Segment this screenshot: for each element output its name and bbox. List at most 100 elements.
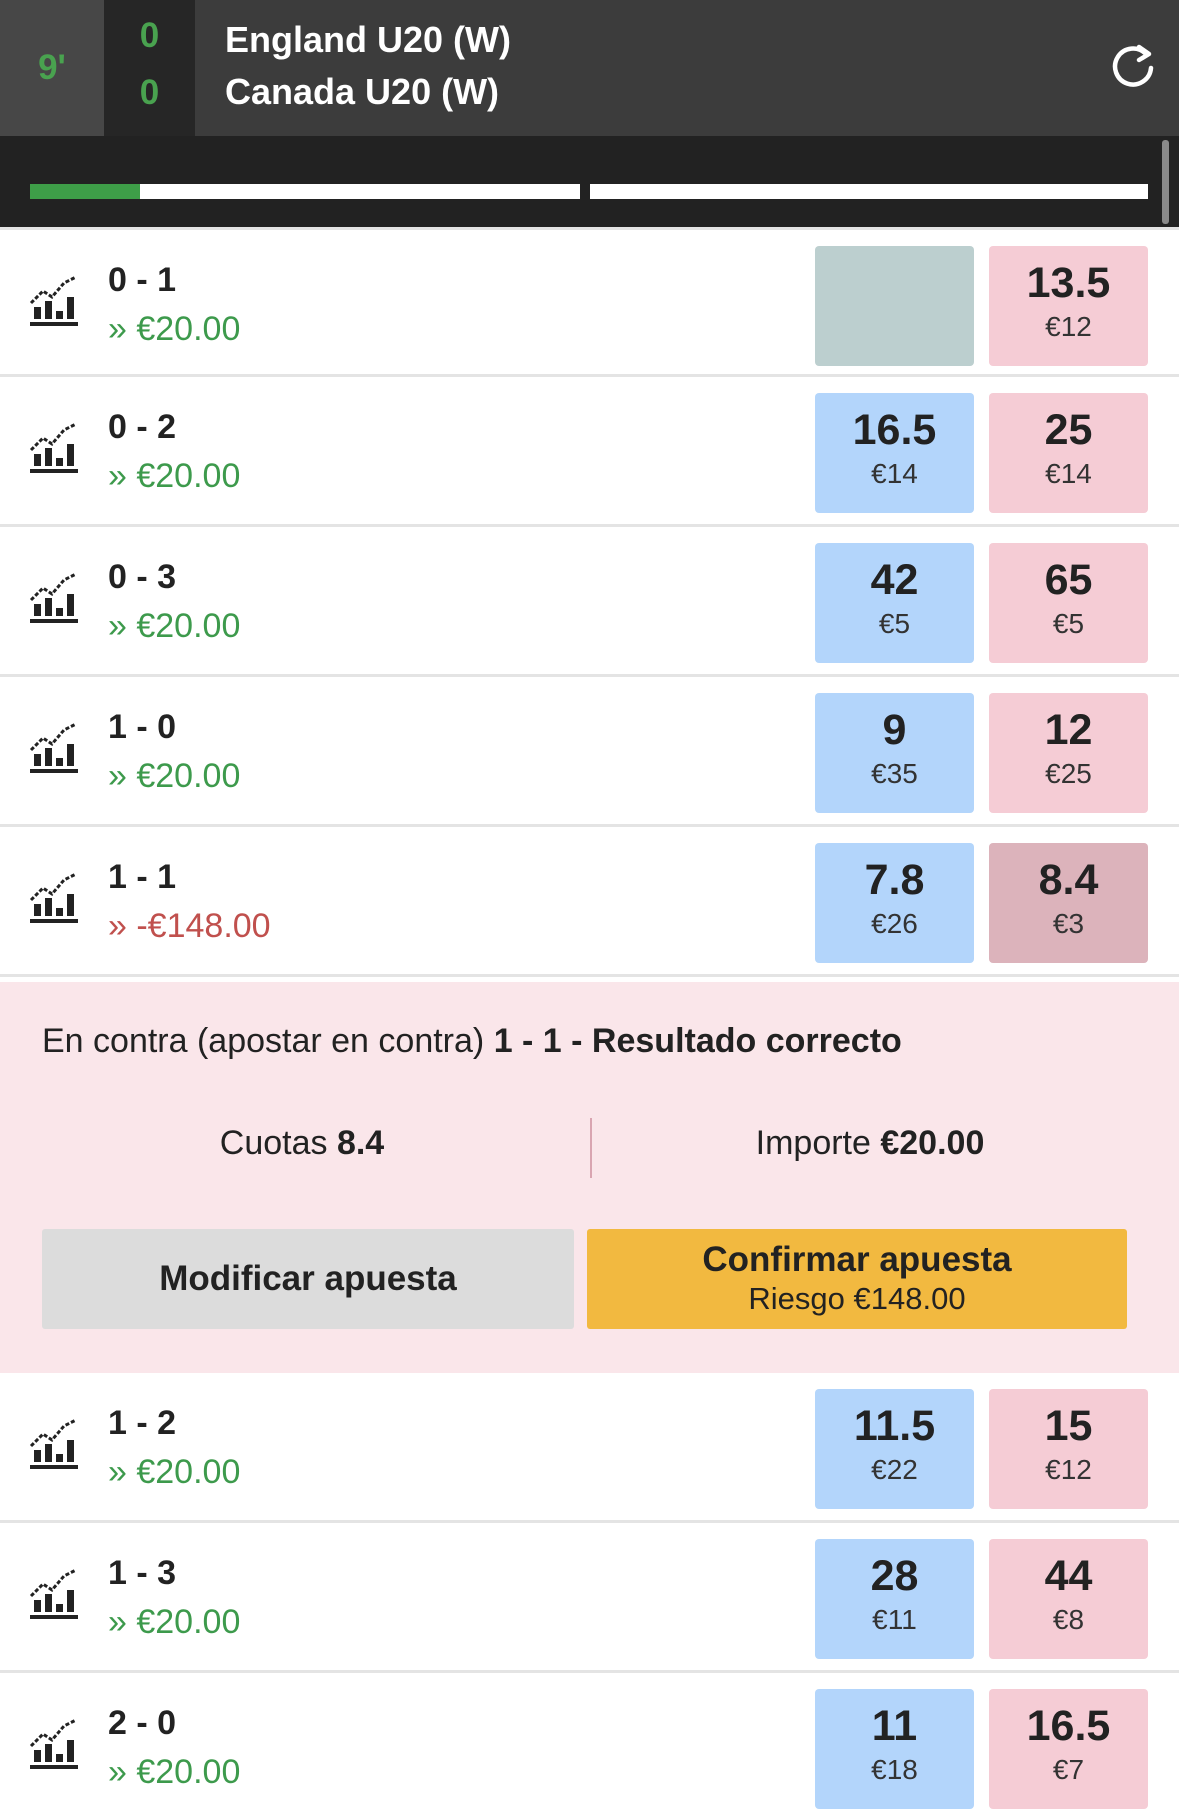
back-price: 28 — [870, 1552, 919, 1600]
lay-price: 15 — [1044, 1402, 1093, 1450]
market-row-1-0: 1 - 0 » €20.00 9 €35 12 €25 — [0, 677, 1179, 827]
confirm-bet-label: Confirmar apuesta — [702, 1240, 1012, 1279]
stake-field[interactable]: Importe €20.00 — [600, 1124, 1140, 1163]
back-odds-button[interactable]: 7.8 €26 — [815, 843, 974, 963]
score-label: 1 - 3 — [108, 1554, 177, 1592]
odds-value: 8.4 — [336, 1124, 385, 1162]
confirm-bet-risk: Riesgo €148.00 — [748, 1281, 966, 1316]
second-half-bar — [590, 184, 1148, 199]
market-row-0-1: 0 - 1 » €20.00 13.5 €12 — [0, 227, 1179, 377]
lay-price: 25 — [1044, 406, 1093, 454]
back-price: 16.5 — [852, 406, 937, 454]
match-minute: 9' — [0, 0, 104, 136]
lay-price: 13.5 — [1026, 259, 1111, 307]
back-odds-button[interactable]: 28 €11 — [815, 1539, 974, 1659]
score-label: 2 - 0 — [108, 1704, 177, 1742]
lay-odds-button[interactable]: 16.5 €7 — [989, 1689, 1148, 1809]
market-row-1-3: 1 - 3 » €20.00 28 €11 44 €8 — [0, 1523, 1179, 1673]
odds-label: Cuotas — [219, 1124, 328, 1162]
lay-price: 16.5 — [1026, 1702, 1111, 1750]
market-row-1-1: 1 - 1 » -€148.00 7.8 €26 8.4 €3 — [0, 827, 1179, 977]
away-score: 0 — [139, 73, 160, 112]
profit-loss: » €20.00 — [108, 1753, 241, 1791]
chart-icon[interactable] — [28, 572, 80, 626]
lay-odds-button[interactable]: 15 €12 — [989, 1389, 1148, 1509]
profit-loss: » €20.00 — [108, 310, 241, 348]
profit-loss: » -€148.00 — [108, 907, 271, 945]
away-team-name: Canada U20 (W) — [225, 71, 500, 112]
back-stake: €26 — [871, 908, 918, 939]
lay-stake: €5 — [1052, 608, 1085, 639]
lay-odds-button[interactable]: 13.5 €12 — [989, 246, 1148, 366]
score-label: 0 - 2 — [108, 408, 177, 446]
home-score: 0 — [139, 16, 160, 55]
back-stake: €14 — [871, 458, 918, 489]
back-price: 11.5 — [853, 1402, 936, 1450]
first-half-progress — [30, 184, 140, 199]
lay-stake: €8 — [1052, 1604, 1085, 1635]
lay-stake: €14 — [1045, 458, 1092, 489]
back-stake: €5 — [878, 608, 911, 639]
lay-stake: €25 — [1045, 758, 1092, 789]
stake-label: Importe — [755, 1124, 871, 1162]
bet-type-label: En contra (apostar en contra) — [42, 1022, 485, 1060]
lay-price: 12 — [1044, 706, 1093, 754]
refresh-icon[interactable] — [1108, 40, 1158, 90]
match-progress — [0, 136, 1179, 227]
lay-odds-button-selected[interactable]: 8.4 €3 — [989, 843, 1148, 963]
back-price: 42 — [870, 556, 919, 604]
home-team-name: England U20 (W) — [225, 19, 511, 60]
score-label: 1 - 1 — [108, 858, 177, 896]
confirm-bet-button[interactable]: Confirmar apuesta Riesgo €148.00 — [587, 1229, 1127, 1329]
market-row-0-3: 0 - 3 » €20.00 42 €5 65 €5 — [0, 527, 1179, 677]
back-odds-button[interactable]: 11 €18 — [815, 1689, 974, 1809]
back-odds-button[interactable]: 42 €5 — [815, 543, 974, 663]
back-odds-button[interactable]: 11.5 €22 — [815, 1389, 974, 1509]
stake-value: €20.00 — [880, 1124, 985, 1162]
chart-icon[interactable] — [28, 722, 80, 776]
lay-odds-button[interactable]: 12 €25 — [989, 693, 1148, 813]
score-label: 1 - 0 — [108, 708, 177, 746]
lay-stake: €7 — [1052, 1754, 1085, 1785]
back-price: 9 — [882, 706, 907, 754]
chart-icon[interactable] — [28, 1718, 80, 1772]
lay-odds-button[interactable]: 65 €5 — [989, 543, 1148, 663]
chart-icon[interactable] — [28, 1418, 80, 1472]
score-label: 1 - 2 — [108, 1404, 177, 1442]
back-stake: €22 — [871, 1454, 918, 1485]
lay-price: 44 — [1044, 1552, 1093, 1600]
lay-stake: €12 — [1045, 1454, 1092, 1485]
lay-odds-button[interactable]: 44 €8 — [989, 1539, 1148, 1659]
market-row-0-2: 0 - 2 » €20.00 16.5 €14 25 €14 — [0, 377, 1179, 527]
lay-stake: €3 — [1052, 908, 1085, 939]
market-row-2-0: 2 - 0 » €20.00 11 €18 16.5 €7 — [0, 1673, 1179, 1814]
back-odds-button[interactable]: 9 €35 — [815, 693, 974, 813]
back-odds-button[interactable]: 16.5 €14 — [815, 393, 974, 513]
scrollbar[interactable] — [1162, 140, 1169, 224]
back-stake: €18 — [871, 1754, 918, 1785]
chart-icon[interactable] — [28, 422, 80, 476]
chart-icon[interactable] — [28, 872, 80, 926]
profit-loss: » €20.00 — [108, 757, 241, 795]
profit-loss: » €20.00 — [108, 1603, 241, 1641]
back-price: 11 — [871, 1702, 918, 1750]
lay-odds-button[interactable]: 25 €14 — [989, 393, 1148, 513]
chart-icon[interactable] — [28, 275, 80, 329]
modify-bet-button[interactable]: Modificar apuesta — [42, 1229, 574, 1329]
back-price: 7.8 — [864, 856, 925, 904]
field-divider — [590, 1118, 592, 1178]
bet-slip: En contra (apostar en contra) 1 - 1 - Re… — [0, 982, 1179, 1373]
odds-field[interactable]: Cuotas 8.4 — [32, 1124, 572, 1163]
profit-loss: » €20.00 — [108, 1453, 241, 1491]
back-stake: €35 — [871, 758, 918, 789]
lay-stake: €12 — [1045, 311, 1092, 342]
chart-icon[interactable] — [28, 1568, 80, 1622]
match-header: 9' 0 0 England U20 (W) Canada U20 (W) — [0, 0, 1179, 136]
profit-loss: » €20.00 — [108, 457, 241, 495]
profit-loss: » €20.00 — [108, 607, 241, 645]
score-label: 0 - 3 — [108, 558, 177, 596]
back-odds-button[interactable] — [815, 246, 974, 366]
first-half-bar — [30, 184, 580, 199]
lay-price: 8.4 — [1038, 856, 1099, 904]
score-label: 0 - 1 — [108, 261, 177, 299]
